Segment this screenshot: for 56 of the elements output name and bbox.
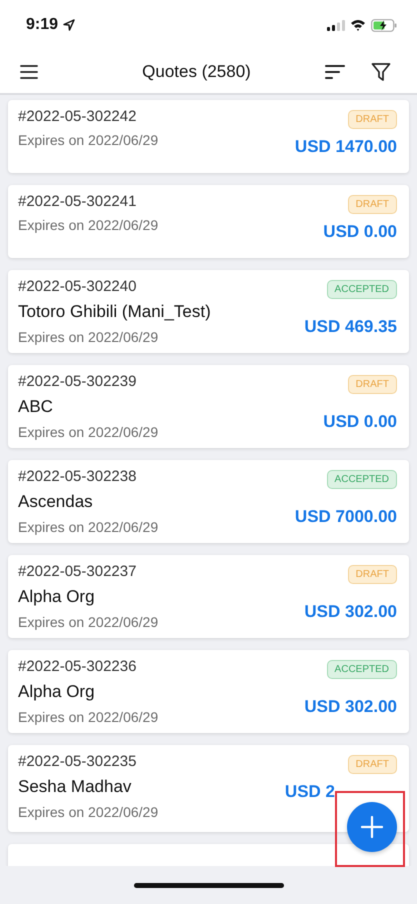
quote-card[interactable]: #2022-05-302237 Alpha Org Expires on 2022/06/29 DRAFT USD 302.00 xyxy=(8,555,409,638)
quote-amount: USD 1470.00 xyxy=(294,137,397,157)
quote-amount: USD 469.35 xyxy=(304,317,397,337)
status-badge: DRAFT xyxy=(348,565,397,584)
expiry-date: Expires on 2022/06/29 xyxy=(18,519,158,535)
quote-number: #2022-05-302242 xyxy=(18,108,138,125)
quote-card[interactable]: #2022-05-302241 Expires on 2022/06/29 DRAFT USD 0.00 xyxy=(8,185,409,258)
quote-number: #2022-05-302241 xyxy=(18,193,138,210)
quote-number: #2022-05-302235 xyxy=(18,753,138,770)
expiry-date: Expires on 2022/06/29 xyxy=(18,424,158,440)
quote-card[interactable]: #2022-05-302239 ABC Expires on 2022/06/29 DRAFT USD 0.00 xyxy=(8,365,409,448)
customer-name: Sesha Madhav xyxy=(18,777,132,797)
quote-card[interactable]: #2022-05-302242 Expires on 2022/06/29 DRAFT USD 1470.00 xyxy=(8,100,409,173)
quote-card[interactable]: #2022-05-302236 Alpha Org Expires on 2022/06/29 ACCEPTED USD 302.00 xyxy=(8,650,409,733)
expiry-date: Expires on 2022/06/29 xyxy=(18,329,160,345)
status-badge: ACCEPTED xyxy=(326,660,397,679)
sort-icon xyxy=(325,64,345,78)
customer-name: Alpha Org xyxy=(18,682,96,702)
plus-icon xyxy=(361,816,383,838)
quote-number: #2022-05-302239 xyxy=(18,373,138,390)
quote-card[interactable]: #2022-05-302240 Totoro Ghibili (Mani_Test) Expires on 2022/06/29 ACCEPTED USD 469.35 xyxy=(8,270,409,353)
customer-name: ABC xyxy=(18,397,54,417)
status-badge: DRAFT xyxy=(348,195,397,214)
expiry-date: Expires on 2022/06/29 xyxy=(18,614,158,630)
page-title: Quotes (2580) xyxy=(141,62,252,82)
status-badge: DRAFT xyxy=(348,375,397,394)
location-arrow-icon xyxy=(63,19,76,31)
wifi-icon xyxy=(350,19,366,31)
status-badge: ACCEPTED xyxy=(326,280,397,299)
quote-amount: USD 302.00 xyxy=(304,602,397,622)
quote-number: #2022-05-302236 xyxy=(18,658,138,675)
quote-amount: USD 0.00 xyxy=(323,412,397,432)
expiry-date: Expires on 2022/06/29 xyxy=(18,217,158,233)
status-badge: DRAFT xyxy=(348,755,397,774)
expiry-date: Expires on 2022/06/29 xyxy=(18,709,158,725)
status-badge: DRAFT xyxy=(348,110,397,129)
filter-icon xyxy=(371,62,391,82)
customer-name: Ascendas xyxy=(18,492,94,512)
quote-amount: USD 0.00 xyxy=(323,222,397,242)
customer-name: Alpha Org xyxy=(18,587,96,607)
status-badge: ACCEPTED xyxy=(326,470,397,489)
quote-card[interactable]: #2022-05-302235 Sesha Madhav Expires on 2022/06/29 DRAFT USD 2 xyxy=(8,745,409,832)
quote-number: #2022-05-302237 xyxy=(18,563,138,580)
expiry-date: Expires on 2022/06/29 xyxy=(18,132,158,148)
menu-icon xyxy=(20,64,38,78)
quote-amount: USD 2 xyxy=(284,782,335,802)
quote-amount: USD 7000.00 xyxy=(294,507,397,527)
signal-icon xyxy=(327,20,345,30)
expiry-date: Expires on 2022/06/29 xyxy=(18,804,158,820)
customer-name: Totoro Ghibili (Mani_Test) xyxy=(18,302,211,322)
quote-number: #2022-05-302238 xyxy=(18,468,138,485)
quote-amount: USD 302.00 xyxy=(304,697,397,717)
battery-charging-icon xyxy=(371,18,397,32)
quote-number: #2022-05-302240 xyxy=(18,278,138,295)
quote-card[interactable]: #2022-05-302238 Ascendas Expires on 2022/06/29 ACCEPTED USD 7000.00 xyxy=(8,460,409,543)
status-time: 9:19 xyxy=(26,16,58,34)
